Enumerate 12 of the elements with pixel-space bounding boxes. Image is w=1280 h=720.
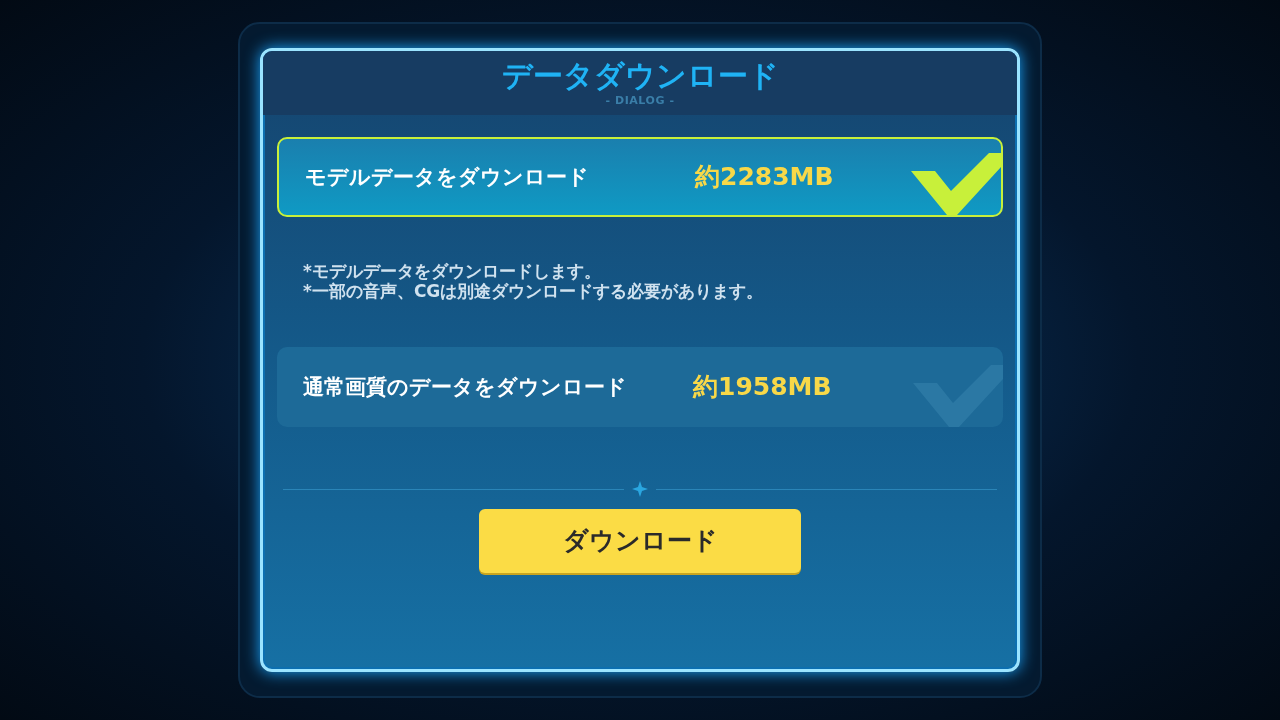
note-text: *モデルデータをダウンロードします。 — [303, 261, 602, 281]
download-option[interactable]: モデルデータをダウンロード 約2283MB — [277, 137, 1003, 217]
dialog-subtitle: - DIALOG - — [605, 94, 675, 108]
note-text: *一部の音声、CGは別途ダウンロードする必要があります。 — [303, 281, 765, 301]
dialog-title: データダウンロード — [501, 58, 779, 94]
option-size: 約2283MB — [695, 161, 834, 194]
sparkle-icon — [632, 481, 648, 497]
option-label: 通常画質のデータをダウンロード — [303, 375, 628, 399]
download-option[interactable]: 通常画質のデータをダウンロード 約1958MB — [277, 347, 1003, 427]
download-button[interactable]: ダウンロード — [479, 509, 801, 573]
option-label: モデルデータをダウンロード — [305, 165, 590, 189]
option-size: 約1958MB — [693, 371, 832, 404]
